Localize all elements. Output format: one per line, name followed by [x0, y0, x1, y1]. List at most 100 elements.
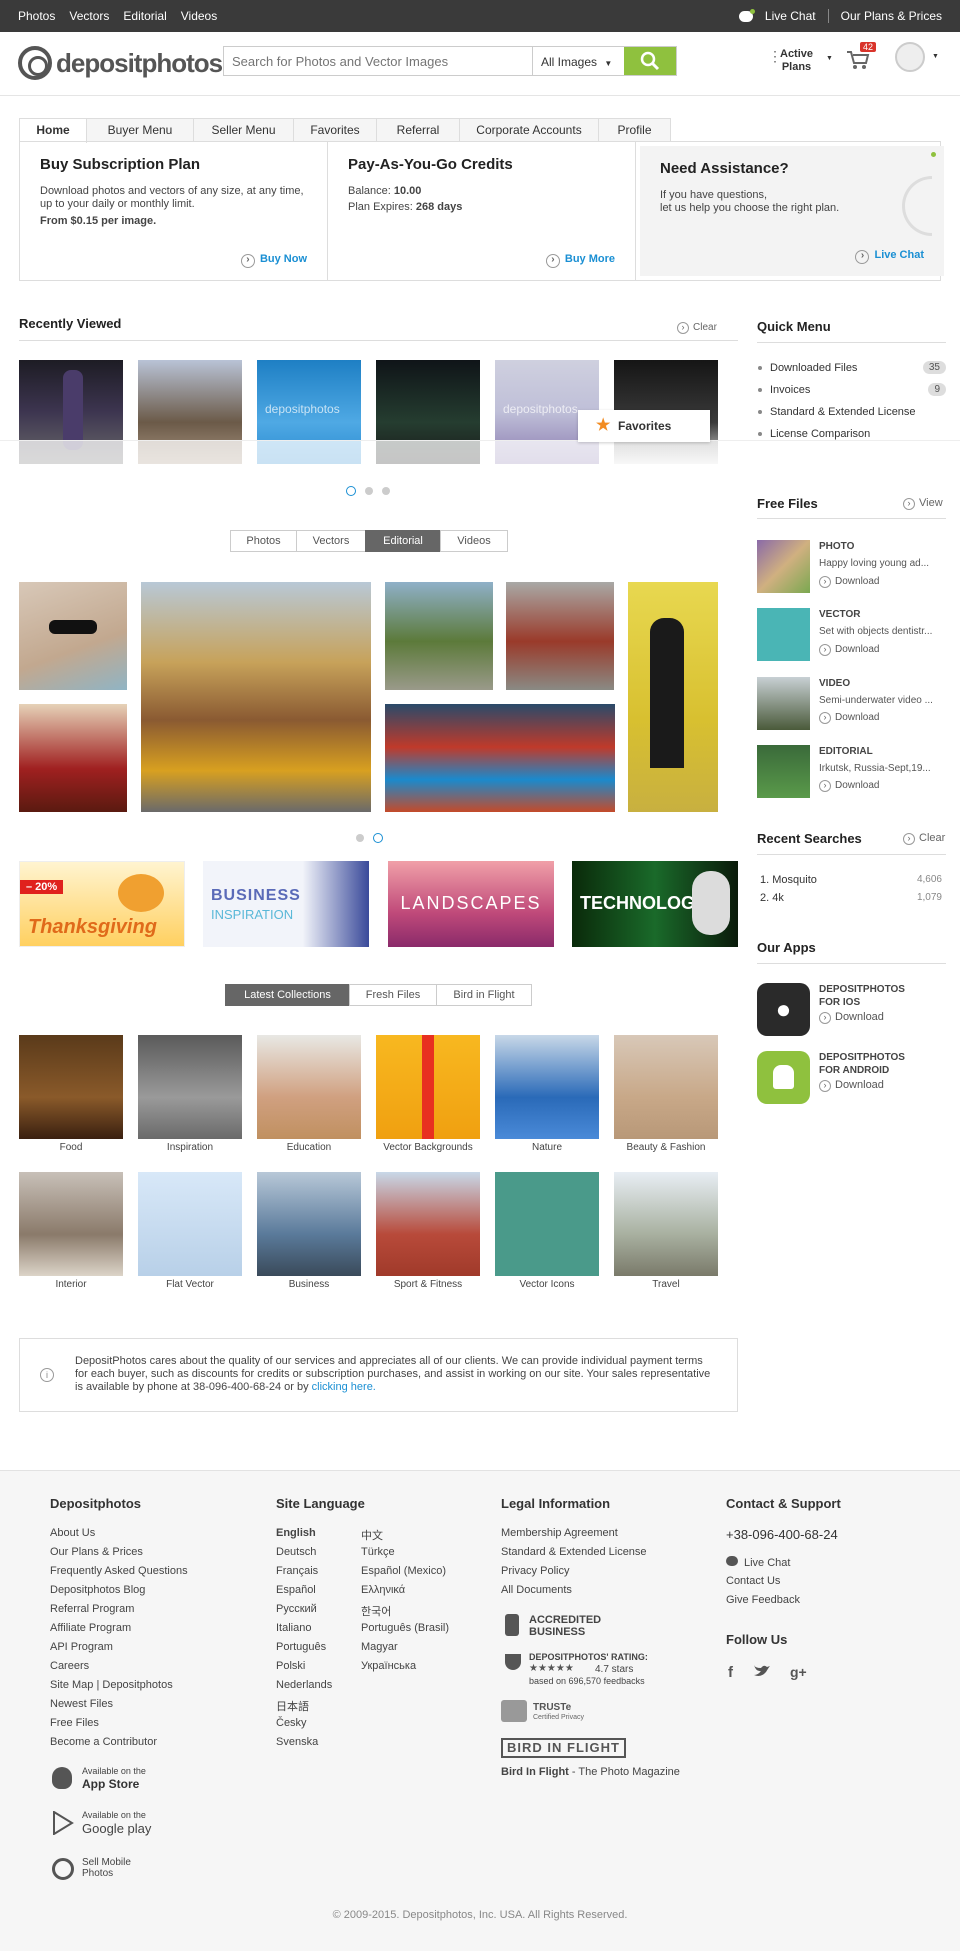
language-link[interactable]: English	[276, 1527, 316, 1539]
collection-image[interactable]	[376, 1172, 480, 1276]
language-link[interactable]: Česky	[276, 1717, 307, 1729]
collection-label[interactable]: Interior	[19, 1279, 123, 1290]
gallery-image[interactable]	[19, 582, 127, 690]
quick-menu-item[interactable]: Downloaded Files 35	[758, 361, 946, 374]
gallery-image[interactable]	[506, 582, 614, 690]
language-link[interactable]: Italiano	[276, 1622, 311, 1634]
android-icon[interactable]	[757, 1051, 810, 1104]
language-link[interactable]: Français	[276, 1565, 318, 1577]
collection-label[interactable]: Business	[257, 1279, 361, 1290]
search-button[interactable]	[624, 47, 676, 75]
collection-label[interactable]: Vector Icons	[495, 1279, 599, 1290]
language-link[interactable]: Türkçe	[361, 1546, 395, 1558]
footer-link[interactable]: Free Files	[50, 1717, 99, 1729]
download-link[interactable]: Download	[819, 780, 879, 792]
carousel-dot[interactable]	[373, 833, 383, 843]
free-file-thumb[interactable]	[757, 608, 810, 661]
collection-label[interactable]: Education	[257, 1142, 361, 1153]
footer-link[interactable]: Privacy Policy	[501, 1565, 569, 1577]
live-chat-link[interactable]: Live Chat	[765, 9, 816, 23]
download-link[interactable]: Download	[819, 644, 879, 656]
gallery-image[interactable]	[385, 582, 493, 690]
tab-seller-menu[interactable]: Seller Menu	[193, 118, 294, 142]
language-link[interactable]: Magyar	[361, 1641, 398, 1653]
footer-link[interactable]: Standard & Extended License	[501, 1546, 647, 1558]
collection-image[interactable]	[19, 1172, 123, 1276]
language-link[interactable]: Svenska	[276, 1736, 318, 1748]
language-link[interactable]: 한국어	[361, 1603, 391, 1619]
google-plus-icon[interactable]: g+	[790, 1664, 807, 1680]
footer-link[interactable]: Frequently Asked Questions	[50, 1565, 188, 1577]
tab-videos[interactable]: Videos	[440, 530, 508, 552]
collection-label[interactable]: Beauty & Fashion	[614, 1142, 718, 1153]
free-file-thumb[interactable]	[757, 540, 810, 593]
tab-fresh-files[interactable]: Fresh Files	[349, 984, 437, 1006]
tab-editorial[interactable]: Editorial	[365, 530, 441, 552]
search-filter-select[interactable]: All Images ▼	[532, 47, 624, 75]
collection-label[interactable]: Nature	[495, 1142, 599, 1153]
search-input[interactable]	[224, 47, 532, 75]
language-link[interactable]: 日本語	[276, 1698, 309, 1714]
carousel-dot[interactable]	[365, 487, 373, 495]
bird-in-flight-logo[interactable]: BIRD IN FLIGHT	[501, 1738, 626, 1758]
footer-link[interactable]: Depositphotos Blog	[50, 1584, 145, 1596]
app-store-badge[interactable]: Available on the App Store	[50, 1765, 190, 1795]
footer-link[interactable]: Membership Agreement	[501, 1527, 618, 1539]
collection-image[interactable]	[495, 1172, 599, 1276]
collection-image[interactable]	[138, 1172, 242, 1276]
language-link[interactable]: Português	[276, 1641, 326, 1653]
collection-image[interactable]	[138, 1035, 242, 1139]
plans-prices-link[interactable]: Our Plans & Prices	[841, 9, 942, 23]
carousel-dot[interactable]	[382, 487, 390, 495]
gallery-image[interactable]	[19, 704, 127, 812]
collection-label[interactable]: Vector Backgrounds	[376, 1142, 480, 1153]
collection-image[interactable]	[19, 1035, 123, 1139]
gallery-image[interactable]	[628, 582, 718, 812]
language-link[interactable]: Nederlands	[276, 1679, 332, 1691]
view-free-files-link[interactable]: View	[903, 497, 943, 510]
language-link[interactable]: Ελληνικά	[361, 1584, 405, 1596]
footer-link[interactable]: Contact Us	[726, 1575, 780, 1587]
language-link[interactable]: Deutsch	[276, 1546, 316, 1558]
language-link[interactable]: Español (Mexico)	[361, 1565, 446, 1577]
collection-image[interactable]	[614, 1035, 718, 1139]
user-menu[interactable]: ▼	[895, 42, 939, 72]
download-link[interactable]: Download	[819, 712, 879, 724]
sell-mobile-badge[interactable]: Sell Mobile Photos	[50, 1856, 190, 1886]
tab-profile[interactable]: Profile	[598, 118, 671, 142]
collection-image[interactable]	[376, 1035, 480, 1139]
clear-recent-button[interactable]: Clear	[677, 322, 717, 334]
logo[interactable]: depositphotos	[18, 46, 223, 80]
footer-link[interactable]: Affiliate Program	[50, 1622, 131, 1634]
footer-link[interactable]: Our Plans & Prices	[50, 1546, 143, 1558]
truste-badge[interactable]: TRUSTe Certified Privacy	[501, 1700, 601, 1724]
nav-vectors[interactable]: Vectors	[69, 9, 109, 23]
download-link[interactable]: Download	[819, 1011, 884, 1024]
collection-label[interactable]: Inspiration	[138, 1142, 242, 1153]
quick-menu-item[interactable]: Invoices 9	[758, 383, 946, 396]
language-link[interactable]: 中文	[361, 1527, 383, 1543]
buy-more-link[interactable]: Buy More	[546, 253, 615, 268]
tab-bird-in-flight[interactable]: Bird in Flight	[436, 984, 532, 1006]
search-history-item[interactable]: 2. 4k 1,079	[760, 892, 942, 904]
buy-now-link[interactable]: Buy Now	[241, 253, 307, 268]
nav-photos[interactable]: Photos	[18, 9, 55, 23]
gallery-image[interactable]	[385, 704, 615, 812]
technology-banner[interactable]: TECHNOLOGY	[572, 861, 738, 947]
landscapes-banner[interactable]: LANDSCAPES	[388, 861, 554, 947]
cart-button[interactable]: 42	[846, 42, 877, 73]
tab-corporate-accounts[interactable]: Corporate Accounts	[459, 118, 599, 142]
nav-editorial[interactable]: Editorial	[123, 9, 166, 23]
apple-icon[interactable]: ●	[757, 983, 810, 1036]
quick-menu-item[interactable]: Standard & Extended License	[758, 406, 946, 418]
footer-link[interactable]: Become a Contributor	[50, 1736, 157, 1748]
free-file-thumb[interactable]	[757, 677, 810, 730]
gallery-image[interactable]	[141, 582, 371, 812]
contact-link[interactable]: clicking here.	[312, 1381, 376, 1393]
footer-link[interactable]: Newest Files	[50, 1698, 113, 1710]
clear-searches-button[interactable]: Clear	[903, 832, 945, 845]
footer-link[interactable]: All Documents	[501, 1584, 572, 1596]
language-link[interactable]: Українська	[361, 1660, 416, 1672]
tab-home[interactable]: Home	[19, 118, 87, 143]
live-chat-link[interactable]: Live Chat	[855, 249, 924, 264]
